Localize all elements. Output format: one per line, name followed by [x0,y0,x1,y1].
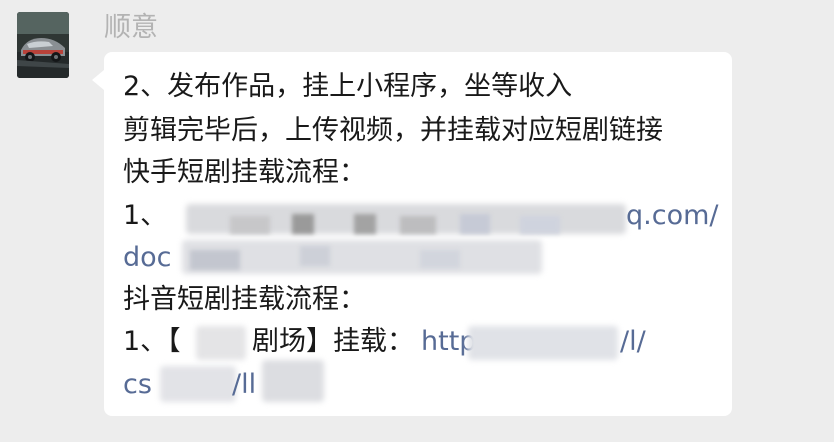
kuaishou-step-number: 1、 [123,200,168,231]
redacted-douyin-link-2 [160,366,236,402]
redacted-douyin-link-3 [262,360,324,402]
avatar[interactable] [17,12,69,78]
message-line-6: 抖音短剧挂载流程： [123,284,366,315]
message-line-3: 快手短剧挂载流程： [123,157,366,188]
kuaishou-link-tail[interactable]: q.com/ [626,196,718,236]
redacted-theater-name [196,326,246,360]
douyin-link-tail[interactable]: /l/ [620,322,646,362]
message-line-7: 1、【 [123,322,181,362]
kuaishou-link-head[interactable]: doc [123,238,172,278]
douyin-link-line2-mid[interactable]: /ll [232,365,256,405]
sender-name: 顺意 [104,12,158,43]
redacted-douyin-link [468,326,618,360]
message-line-2: 剪辑完毕后，上传视频，并挂载对应短剧链接 [123,115,663,146]
bubble-tail [92,70,104,90]
douyin-link-line2-head[interactable]: cs [123,365,152,405]
douyin-step-prefix: 1、【 [123,326,181,357]
message-line-1: 2、发布作品，挂上小程序，坐等收入 [123,71,573,102]
car-avatar-image [17,12,69,78]
douyin-theater-suffix: 剧场】挂载： [252,326,414,357]
message-line-4: 1、 [123,196,167,236]
